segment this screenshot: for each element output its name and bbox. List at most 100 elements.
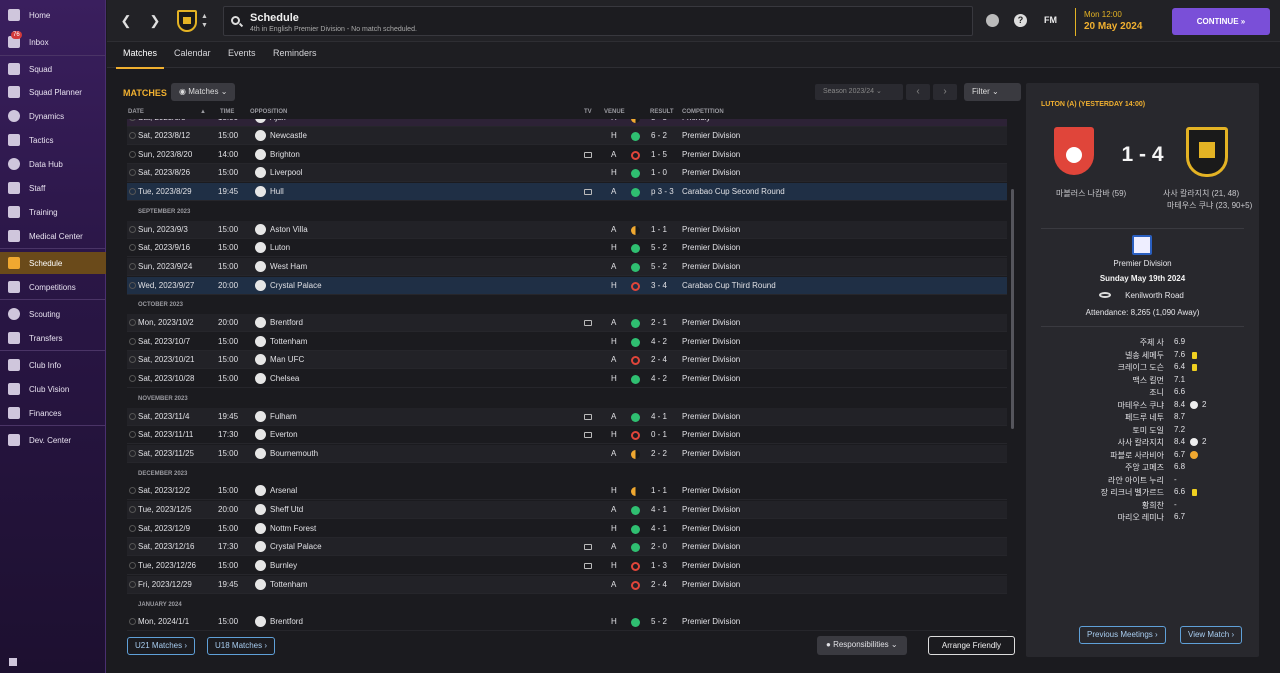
scrollbar[interactable] (1011, 189, 1014, 429)
table-row[interactable]: Fri, 2023/12/29 19:45 Tottenham A 2 - 4 Premi… (127, 575, 1007, 594)
club-switch-chevrons-icon[interactable]: ▲ ▼ (201, 12, 208, 30)
row-select-checkbox[interactable] (129, 524, 136, 532)
opponent-name[interactable]: Tottenham (270, 580, 307, 589)
competition-name[interactable]: Premier Division (682, 318, 740, 327)
row-select-checkbox[interactable] (129, 244, 136, 252)
opponent-name[interactable]: Fulham (270, 412, 297, 421)
competition-name[interactable]: Premier Division (682, 225, 740, 234)
competition-name[interactable]: Friendly (682, 119, 710, 122)
match-score[interactable]: 5 - 2 (651, 243, 667, 252)
sidebar-item-transfers[interactable]: Transfers (0, 327, 106, 349)
player-rating-row[interactable]: 페드루 네투 8.7 (1026, 412, 1259, 424)
competition-name[interactable]: Premier Division (682, 374, 740, 383)
player-rating-row[interactable]: 파블로 사라비아 6.7 (1026, 450, 1259, 462)
filter-button[interactable]: Filter ⌄ (964, 83, 1021, 101)
table-row[interactable]: Tue, 2023/12/26 15:00 Burnley H 1 - 3 Premier… (127, 557, 1007, 576)
table-row[interactable]: Sat, 2023/10/28 15:00 Chelsea H 4 - 2 Premier… (127, 370, 1007, 389)
table-row[interactable]: Sat, 2023/11/11 17:30 Everton H 0 - 1 Premier… (127, 426, 1007, 445)
match-score[interactable]: 4 - 2 (651, 337, 667, 346)
player-rating-row[interactable]: 맥스 킬먼 7.1 (1026, 375, 1259, 387)
competition-name[interactable]: Premier Division (682, 430, 740, 439)
sidebar-item-data-hub[interactable]: Data Hub (0, 153, 106, 175)
club-crest-icon[interactable] (177, 10, 197, 32)
row-select-checkbox[interactable] (129, 580, 136, 588)
match-score[interactable]: 1 - 0 (651, 168, 667, 177)
column-header-venue[interactable]: VENUE (604, 109, 625, 115)
sidebar-item-home[interactable]: Home (0, 4, 106, 26)
sidebar-item-club-vision[interactable]: Club Vision (0, 378, 106, 400)
sidebar-item-training[interactable]: Training (0, 201, 106, 223)
competition-name[interactable]: Premier Division (682, 337, 740, 346)
u21-matches-button[interactable]: U21 Matches › (127, 637, 196, 655)
player-rating-row[interactable]: 황희찬 - (1026, 500, 1259, 512)
table-row[interactable]: Sat, 2023/10/21 15:00 Man UFC A 2 - 4 Premier… (127, 351, 1007, 370)
season-dropdown[interactable]: Season 2023/24 ⌄ (815, 84, 903, 100)
row-select-checkbox[interactable] (129, 562, 136, 570)
row-select-checkbox[interactable] (129, 449, 136, 457)
competition-name[interactable]: Premier Division (682, 505, 740, 514)
opponent-name[interactable]: Crystal Palace (270, 281, 322, 290)
competition-name[interactable]: Premier Division (682, 617, 740, 626)
opponent-name[interactable]: Chelsea (270, 374, 299, 383)
table-row[interactable]: Mon, 2024/1/1 15:00 Brentford H 5 - 2 Premier… (127, 613, 1007, 632)
brain-icon[interactable] (986, 14, 999, 27)
sidebar-item-finances[interactable]: Finances (0, 402, 106, 424)
opponent-name[interactable]: Liverpool (270, 168, 302, 177)
competition-name[interactable]: Premier Division (682, 150, 740, 159)
tab-matches[interactable]: Matches (115, 48, 165, 69)
view-dropdown[interactable]: ◉ Matches ⌄ (171, 83, 236, 101)
competition-name[interactable]: Carabao Cup Third Round (682, 281, 776, 290)
help-icon[interactable]: ? (1014, 14, 1027, 27)
player-rating-row[interactable]: 넬송 세메두 7.6 (1026, 350, 1259, 362)
row-select-checkbox[interactable] (129, 225, 136, 233)
u18-matches-button[interactable]: U18 Matches › (207, 637, 276, 655)
row-select-checkbox[interactable] (129, 487, 136, 495)
competition-name[interactable]: Premier Division (682, 355, 740, 364)
forward-button[interactable]: ❯ (145, 11, 165, 31)
row-select-checkbox[interactable] (129, 356, 136, 364)
match-score[interactable]: 6 - 2 (651, 131, 667, 140)
player-rating-row[interactable]: 라얀 아이트 누리 - (1026, 475, 1259, 487)
competition-name[interactable]: Premier Division (682, 542, 740, 551)
match-score[interactable]: p 3 - 3 (651, 187, 674, 196)
table-row[interactable]: Sat, 2023/8/12 15:00 Newcastle H 6 - 2 Premie… (127, 127, 1007, 145)
row-select-checkbox[interactable] (129, 150, 136, 158)
match-score[interactable]: 2 - 0 (651, 542, 667, 551)
match-score[interactable]: 5 - 2 (651, 617, 667, 626)
table-row[interactable]: Tue, 2023/12/5 20:00 Sheff Utd A 4 - 1 Premie… (127, 501, 1007, 519)
table-row[interactable]: Sat, 2023/8/5 15:00 Ajax H 3 - 3 Friendly (127, 119, 1007, 127)
match-score[interactable]: 4 - 2 (651, 374, 667, 383)
table-row[interactable]: Sun, 2023/9/24 15:00 West Ham A 5 - 2 Premier… (127, 257, 1007, 276)
column-header-date[interactable]: DATE (128, 109, 144, 115)
player-rating-row[interactable]: 마테우스 쿠냐 8.4 2 (1026, 400, 1259, 412)
match-score[interactable]: 1 - 5 (651, 150, 667, 159)
match-score[interactable]: 3 - 3 (651, 119, 667, 122)
column-header-competition[interactable]: COMPETITION (682, 109, 724, 115)
player-rating-row[interactable]: 사사 칼라지치 8.4 2 (1026, 437, 1259, 449)
player-rating-row[interactable]: 주앙 고메즈 6.8 (1026, 462, 1259, 474)
sidebar-item-squad-planner[interactable]: Squad Planner (0, 81, 106, 103)
competition-name[interactable]: Premier Division (682, 131, 740, 140)
competition-name[interactable]: Premier Division (682, 580, 740, 589)
row-select-checkbox[interactable] (129, 337, 136, 345)
opponent-name[interactable]: Burnley (270, 561, 297, 570)
row-select-checkbox[interactable] (129, 281, 136, 289)
table-row[interactable]: Sat, 2023/12/16 17:30 Crystal Palace A 2 - 0… (127, 538, 1007, 557)
table-row[interactable]: Wed, 2023/9/27 20:00 Crystal Palace H 3 - 4 C… (127, 276, 1007, 295)
table-row[interactable]: Sat, 2023/12/9 15:00 Nottm Forest H 4 - 1 Pre… (127, 520, 1007, 538)
screen-icon[interactable] (9, 658, 17, 666)
opponent-name[interactable]: Man UFC (270, 355, 304, 364)
match-score[interactable]: 0 - 1 (651, 430, 667, 439)
opponent-name[interactable]: West Ham (270, 262, 307, 271)
column-header-opposition[interactable]: OPPOSITION (250, 109, 287, 115)
sidebar-item-competitions[interactable]: Competitions (0, 276, 106, 298)
sidebar-item-inbox[interactable]: 76 Inbox (0, 31, 106, 53)
column-header-tv[interactable]: TV (584, 109, 592, 115)
opponent-name[interactable]: Luton (270, 243, 290, 252)
match-score[interactable]: 4 - 1 (651, 524, 667, 533)
player-rating-row[interactable]: 조니 6.6 (1026, 387, 1259, 399)
sidebar-item-schedule[interactable]: Schedule (0, 252, 106, 274)
table-row[interactable]: Sat, 2023/11/4 19:45 Fulham A 4 - 1 Premier D… (127, 407, 1007, 426)
match-score[interactable]: 4 - 1 (651, 505, 667, 514)
row-select-checkbox[interactable] (129, 319, 136, 326)
